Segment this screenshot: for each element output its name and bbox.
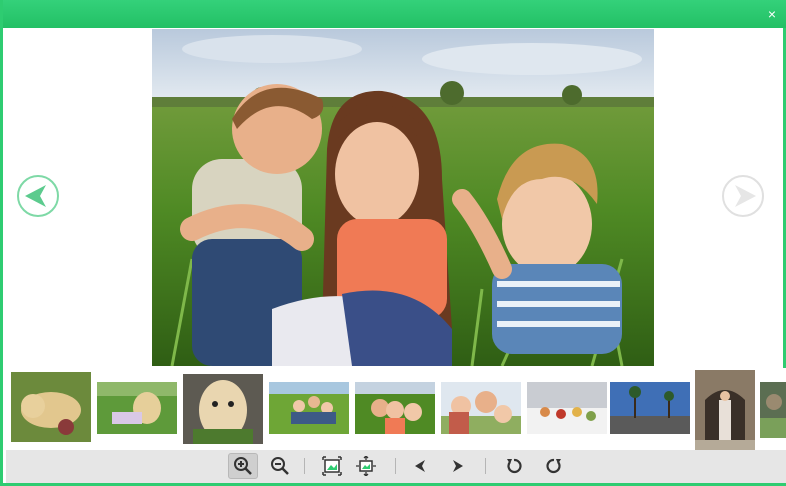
next-button[interactable] xyxy=(443,453,473,479)
toolbar-separator xyxy=(304,458,305,474)
arrow-right-circle-icon xyxy=(722,175,764,217)
previous-icon xyxy=(415,460,425,472)
fit-to-window-icon xyxy=(322,456,342,476)
rotate-right-button[interactable] xyxy=(539,453,569,479)
toolbar-separator xyxy=(395,458,396,474)
thumbnail[interactable] xyxy=(441,382,521,434)
rotate-left-icon xyxy=(507,458,522,474)
children-photo xyxy=(152,29,654,366)
title-bar: × xyxy=(3,0,786,28)
next-image-button[interactable] xyxy=(721,174,765,218)
fit-to-window-button[interactable] xyxy=(317,453,347,479)
thumbnail[interactable] xyxy=(355,382,435,434)
bottom-toolbar xyxy=(6,450,786,483)
next-icon xyxy=(453,460,463,472)
thumbnail[interactable] xyxy=(610,382,690,434)
previous-button[interactable] xyxy=(405,453,435,479)
zoom-in-button[interactable] xyxy=(228,453,258,479)
zoom-out-button[interactable] xyxy=(265,453,295,479)
thumbnail[interactable] xyxy=(97,382,177,434)
close-button[interactable]: × xyxy=(763,5,781,23)
thumbnail[interactable] xyxy=(760,382,786,438)
thumbnail[interactable] xyxy=(269,382,349,434)
main-image xyxy=(152,29,654,366)
arrow-left-circle-icon xyxy=(17,175,59,217)
previous-image-button[interactable] xyxy=(16,174,60,218)
rotate-left-button[interactable] xyxy=(499,453,529,479)
actual-size-button[interactable] xyxy=(351,453,381,479)
thumbnail[interactable] xyxy=(527,382,607,434)
rotate-right-icon xyxy=(546,458,561,474)
thumbnail[interactable] xyxy=(695,370,755,450)
zoom-out-icon xyxy=(271,457,289,475)
actual-size-icon xyxy=(356,456,376,476)
thumbnail-strip xyxy=(6,368,786,450)
thumbnail[interactable] xyxy=(11,372,91,442)
zoom-in-icon xyxy=(234,457,252,475)
image-viewer-window: × xyxy=(0,0,786,486)
toolbar-separator xyxy=(485,458,486,474)
thumbnail[interactable] xyxy=(183,374,263,444)
